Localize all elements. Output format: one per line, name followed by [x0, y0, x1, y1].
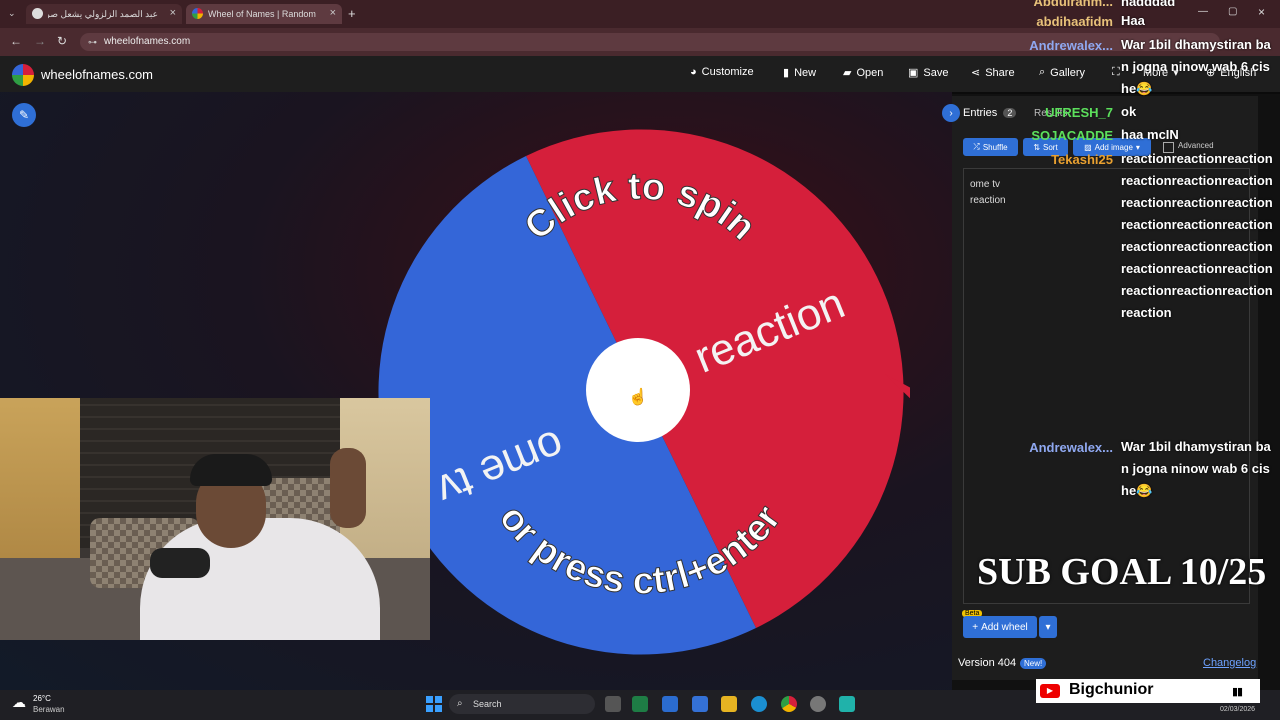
app-icon[interactable] [839, 696, 855, 712]
search-icon: ⌕ [457, 698, 463, 709]
site-info-icon[interactable]: ⊶ [88, 33, 97, 51]
chat-message: Haa [1121, 13, 1145, 28]
channel-banner: ▶ Bigchunior ▮▮ [1036, 679, 1260, 703]
chat-username: UFRESH_7 [1045, 105, 1113, 120]
file-explorer-icon[interactable] [721, 696, 737, 712]
chat-message: ok [1121, 104, 1137, 119]
forward-icon[interactable]: → [34, 34, 46, 48]
task-view-icon[interactable] [605, 696, 621, 712]
webcam-feed [0, 398, 430, 640]
channel-name: Bigchunior [1069, 681, 1154, 698]
folder-icon: ▰ [843, 67, 852, 79]
changelog-link[interactable]: Changelog [1203, 657, 1256, 669]
fullscreen-icon: ⛶ [1112, 66, 1120, 78]
chat-username: Andrewalex... [1029, 440, 1113, 455]
taskbar-date: 02/03/2026 [1220, 706, 1256, 713]
app-logo-text[interactable]: wheelofnames.com [41, 67, 153, 82]
reload-icon[interactable]: ↻ [57, 34, 67, 48]
chat-message: War 1bil dhamystiran ban jogna ninow wab… [1121, 37, 1271, 96]
weather-desc: Berawan [33, 705, 65, 714]
chrome-icon[interactable] [781, 696, 797, 712]
caret-down-icon: ▾ [1045, 621, 1051, 633]
close-icon[interactable]: × [330, 7, 336, 19]
wheel[interactable]: reaction ome tv Click to spin or press c… [370, 126, 910, 666]
share-button[interactable]: ⋖ Share [971, 66, 1015, 80]
youtube-icon: ▶ [1040, 684, 1060, 698]
taskbar-search[interactable]: ⌕ Search [449, 694, 595, 714]
save-button[interactable]: ▣ Save [908, 66, 948, 80]
windows-start-icon[interactable] [426, 696, 442, 712]
file-icon: ▮ [783, 67, 790, 79]
store-icon[interactable] [692, 696, 708, 712]
new-badge: New! [1020, 658, 1047, 669]
new-button[interactable]: ▮ New [783, 66, 816, 80]
m365-icon[interactable] [662, 696, 678, 712]
chat-message: War 1bil dhamystiran ban jogna ninow wab… [1121, 439, 1271, 498]
chat-username: Andrewalex... [1029, 38, 1113, 53]
sort-icon: ⇅ [1033, 142, 1041, 152]
chat-username: Abdulrahm... [1033, 0, 1113, 9]
pause-icon: ▮▮ [1232, 686, 1243, 698]
share-icon: ⋖ [971, 67, 981, 79]
image-icon: ▨ [1084, 142, 1092, 152]
tab-news[interactable]: عبد الصمد الزلزولي يشعل صراعا × [26, 4, 182, 24]
entry-line: reaction [970, 195, 1006, 206]
new-tab-plus-icon[interactable]: + [348, 6, 356, 21]
app-header [0, 56, 1280, 94]
tab-label: Wheel of Names | Random nam [208, 9, 318, 19]
wheel-favicon-icon [192, 8, 203, 19]
customize-button[interactable]: ◕ Customize [690, 66, 754, 78]
version-text: Version 404 [958, 657, 1017, 669]
tab-list-chevron-icon[interactable]: ⌄ [8, 8, 16, 19]
add-wheel-button[interactable]: + Add wheel [963, 616, 1037, 638]
chat-message: haa mcIN [1121, 127, 1179, 142]
add-wheel-dropdown[interactable]: ▾ [1039, 616, 1057, 638]
back-icon[interactable]: ← [10, 34, 22, 48]
chat-username: abdihaafidm [1036, 14, 1113, 29]
excel-icon[interactable] [632, 696, 648, 712]
open-button[interactable]: ▰ Open [843, 66, 883, 80]
fullscreen-button[interactable]: ⛶ [1112, 66, 1120, 79]
floppy-icon: ▣ [908, 67, 919, 79]
obs-icon[interactable] [810, 696, 826, 712]
wordpress-icon [32, 8, 43, 19]
chat-username: SOJACADDE [1031, 128, 1113, 143]
hand-cursor-icon: ☝ [628, 387, 648, 406]
tab-label: عبد الصمد الزلزولي يشعل صراعا [48, 8, 158, 19]
chat-message: reactionreactionreactionreactionreaction… [1121, 151, 1273, 320]
collapse-panel-chevron-icon[interactable]: › [942, 104, 960, 122]
search-icon: ⌕ [1039, 66, 1046, 78]
chat-username: Tekashi25 [1051, 152, 1113, 167]
shuffle-icon: ⤮ [973, 142, 980, 151]
edge-icon[interactable] [751, 696, 767, 712]
wheel-logo-icon[interactable] [12, 64, 34, 86]
close-icon[interactable]: × [170, 7, 176, 19]
tab-wheel-of-names[interactable]: Wheel of Names | Random nam × [186, 4, 342, 24]
sub-goal-overlay: SUB GOAL 10/25 [977, 551, 1267, 593]
palette-icon: ◕ [690, 66, 697, 78]
url-text: wheelofnames.com [104, 36, 191, 47]
weather-temp[interactable]: 26°C [33, 694, 51, 703]
entry-line: ome tv [970, 179, 1001, 190]
edit-pencil-icon[interactable]: ✎ [12, 103, 36, 127]
plus-icon: + [972, 621, 979, 633]
gallery-button[interactable]: ⌕ Gallery [1039, 66, 1085, 79]
weather-icon: ☁ [12, 694, 26, 710]
